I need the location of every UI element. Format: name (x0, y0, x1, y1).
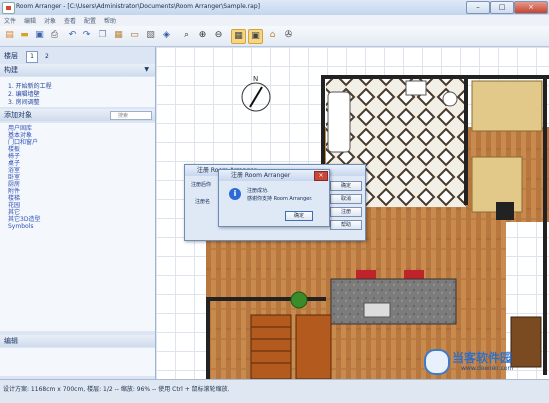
menu-help[interactable]: 帮助 (104, 16, 116, 25)
status-bar: 设计方案: 1168cm x 700cm, 楼层: 1/2 -- 缩放: 96%… (0, 379, 549, 403)
wall-icon[interactable]: ▭ (128, 29, 141, 42)
watermark-brand: 当客软件园 (452, 351, 513, 365)
zoom-out-icon[interactable]: ⊖ (212, 29, 225, 42)
undo-icon[interactable]: ↶ (66, 29, 79, 42)
category-doors-windows[interactable]: 门口和窗户 (8, 139, 38, 146)
compass-icon: N (241, 75, 271, 112)
category-tables[interactable]: 桌子 (8, 160, 20, 167)
left-panel: 楼层 1 2 构建 ▼ 1. 开始新的工程 2. 编辑墙壁 3. 房间调整 添加… (0, 47, 156, 379)
office-chair (496, 202, 514, 220)
category-symbols[interactable]: Symbols (8, 223, 33, 230)
search-placeholder: 搜索 (118, 113, 129, 119)
window-title: Room Arranger - [C:\Users\Administrator\… (16, 3, 260, 10)
print-icon[interactable]: ⎙ (48, 29, 61, 42)
register-label-2: 注册名 (195, 199, 211, 205)
bathroom-sink (405, 80, 427, 96)
category-other-3d[interactable]: 其它3D造型 (8, 216, 40, 223)
build-section-header[interactable]: 构建 ▼ (0, 64, 155, 76)
edit-header-label: 编辑 (4, 337, 18, 345)
open-folder-icon[interactable]: ▬ (18, 29, 31, 42)
menu-file[interactable]: 文件 (4, 16, 16, 25)
register-help-button[interactable]: 帮助 (330, 220, 362, 230)
zoom-in-icon[interactable]: ⊕ (196, 29, 209, 42)
category-garden[interactable]: 花园 (8, 202, 20, 209)
new-file-icon[interactable]: ▤ (3, 29, 16, 42)
collapse-icon[interactable]: ▼ (140, 64, 149, 76)
minimize-button[interactable]: – (466, 1, 490, 14)
floor-plan-canvas[interactable]: N 注册 注册后你 注册名 确定 取消 注册 帮助 注册 Room Arrang… (156, 47, 549, 379)
success-dialog: 注册 Room Arranger × i 注册成功. 感谢你支持 Room Ar… (218, 169, 330, 227)
zoom-fit-icon[interactable]: ⌕ (180, 29, 193, 42)
watermark-logo-icon (424, 349, 450, 375)
title-bar: Room Arranger - [C:\Users\Administrator\… (0, 0, 549, 16)
success-message-1: 注册成功. (247, 188, 269, 194)
register-register-button[interactable]: 注册 (330, 207, 362, 217)
menu-view[interactable]: 查看 (64, 16, 76, 25)
category-chairs[interactable]: 椅子 (8, 153, 20, 160)
success-dialog-title: 注册 Room Arranger (219, 170, 329, 181)
category-bathroom[interactable]: 浴室 (8, 167, 20, 174)
category-floor-slab[interactable]: 楼板 (8, 146, 20, 153)
copy-icon[interactable]: ❐ (96, 29, 109, 42)
3d-view-icon[interactable]: ◈ (160, 29, 173, 42)
menu-object[interactable]: 对象 (44, 16, 56, 25)
menu-bar: 文件 编辑 对象 查看 配置 帮助 (0, 15, 549, 26)
toolbar: ▤ ▬ ▣ ⎙ ↶ ↷ ❐ ▦ ▭ ▧ ◈ ⌕ ⊕ ⊖ ▦ ▣ ⌂ ✇ (0, 26, 549, 47)
maximize-button[interactable]: □ (490, 1, 514, 14)
register-cancel-button[interactable]: 取消 (330, 194, 362, 204)
edit-section-header[interactable]: 编辑 (0, 335, 155, 347)
build-header-label: 构建 (4, 66, 18, 74)
register-ok-button[interactable]: 确定 (330, 181, 362, 191)
category-bedroom[interactable]: 卧室 (8, 174, 20, 181)
info-icon: i (229, 188, 241, 200)
category-kitchen[interactable]: 厨房 (8, 181, 20, 188)
floor-tab-1[interactable]: 1 (26, 51, 38, 63)
category-stairs[interactable]: 楼梯 (8, 195, 20, 202)
snap-toggle-icon[interactable]: ▣ (248, 29, 263, 44)
house-icon[interactable]: ⌂ (266, 29, 279, 42)
build-step-room-adjust[interactable]: 3. 房间调整 (8, 97, 40, 106)
register-label-1: 注册后你 (191, 182, 212, 188)
success-ok-button[interactable]: 确定 (285, 211, 313, 221)
search-input[interactable]: 搜索 (110, 111, 152, 120)
category-user-library[interactable]: 用户固库 (8, 125, 32, 132)
category-accessories[interactable]: 附件 (8, 188, 20, 195)
object-categories: 用户固库 基本对象 门口和窗户 楼板 椅子 桌子 浴室 卧室 厨房 附件 楼梯 … (0, 123, 155, 331)
add-object-header-label: 添加对象 (4, 111, 32, 119)
floor-tab-2[interactable]: 2 (42, 52, 52, 62)
app-icon[interactable] (2, 2, 15, 14)
category-basic[interactable]: 基本对象 (8, 132, 32, 139)
success-close-button[interactable]: × (314, 171, 328, 181)
grid-toggle-icon[interactable]: ▦ (231, 29, 246, 44)
kitchen-counter (330, 278, 457, 325)
bed (471, 80, 543, 132)
success-message-2: 感谢你支持 Room Arranger. (247, 196, 313, 202)
close-button[interactable]: × (514, 1, 548, 14)
toilet (442, 91, 458, 107)
image-icon[interactable]: ▧ (144, 29, 157, 42)
redo-icon[interactable]: ↷ (80, 29, 93, 42)
status-text: 设计方案: 1168cm x 700cm, 楼层: 1/2 -- 缩放: 96%… (3, 386, 230, 393)
menu-config[interactable]: 配置 (84, 16, 96, 25)
settings-icon[interactable]: ✇ (282, 29, 295, 42)
table-icon[interactable]: ▦ (112, 29, 125, 42)
kitchen-sink (363, 302, 391, 318)
watermark-url: www.downkr.com (461, 365, 514, 372)
edit-section-body (0, 348, 155, 376)
plant (290, 291, 308, 309)
cabinet (510, 316, 542, 368)
bathtub (327, 91, 351, 153)
add-object-section-header[interactable]: 添加对象 搜索 (0, 109, 155, 121)
staircase (250, 314, 332, 379)
save-icon[interactable]: ▣ (33, 29, 46, 42)
menu-edit[interactable]: 编辑 (24, 16, 36, 25)
floor-tabs: 1 2 (24, 51, 52, 63)
category-other[interactable]: 其它 (8, 209, 20, 216)
build-steps: 1. 开始新的工程 2. 编辑墙壁 3. 房间调整 (0, 77, 155, 107)
floor-label: 楼层 (4, 52, 18, 60)
svg-text:N: N (253, 75, 258, 83)
